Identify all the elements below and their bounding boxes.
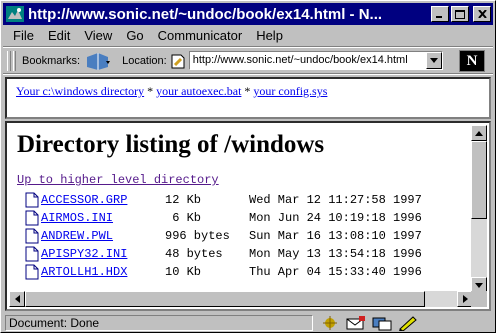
file-link[interactable]: ARTOLLH1.HDX [41, 265, 165, 279]
file-date: Mon Jun 24 10:19:18 1996 [249, 211, 422, 225]
bookmarks-label: Bookmarks: [22, 54, 81, 67]
url-dropdown-button[interactable] [425, 52, 442, 69]
netscape-logo[interactable]: N [459, 50, 485, 72]
toolbar-grip[interactable] [13, 50, 16, 71]
file-icon[interactable] [25, 246, 39, 262]
file-size: 6 Kb [165, 211, 202, 225]
menu-help[interactable]: Help [256, 28, 283, 43]
file-link[interactable]: ACCESSOR.GRP [41, 193, 165, 207]
arrow-left-icon [14, 295, 20, 303]
scroll-left-button[interactable] [9, 291, 25, 307]
status-text: Document: Done [5, 315, 313, 331]
file-date: Wed Mar 12 11:27:58 1997 [249, 193, 422, 207]
location-label: Location: [122, 54, 167, 67]
file-icon[interactable] [25, 228, 39, 244]
url-text: http://www.sonic.net/~undoc/book/ex14.ht… [192, 54, 408, 66]
file-row: ANDREW.PWL 996 bytes Sun Mar 16 13:08:10… [17, 227, 467, 245]
menu-view[interactable]: View [84, 28, 112, 43]
url-input[interactable]: http://www.sonic.net/~undoc/book/ex14.ht… [188, 51, 443, 70]
file-date: Thu Apr 04 15:33:40 1996 [249, 265, 422, 279]
horizontal-scroll-thumb[interactable] [25, 291, 425, 307]
toolbar-divider [3, 73, 493, 75]
file-link[interactable]: ANDREW.PWL [41, 229, 165, 243]
file-date: Mon May 13 13:54:18 1996 [249, 247, 422, 261]
link-separator: * [144, 84, 157, 98]
page-proxy-icon[interactable] [169, 52, 187, 70]
netscape-app-icon [6, 6, 24, 22]
window-title: http://www.sonic.net/~undoc/book/ex14.ht… [28, 5, 383, 23]
page-title: Directory listing of /windows [17, 131, 325, 158]
discussion-icon[interactable] [371, 315, 393, 331]
file-icon[interactable] [25, 210, 39, 226]
menu-file[interactable]: File [13, 28, 34, 43]
menu-bar: File Edit View Go Communicator Help [3, 26, 493, 45]
file-size: 12 Kb [165, 193, 202, 207]
vertical-scrollbar[interactable] [471, 125, 487, 293]
file-icon[interactable] [25, 264, 39, 280]
link-autoexec[interactable]: your autoexec.bat [156, 84, 241, 98]
file-link[interactable]: APISPY32.INI [41, 247, 165, 261]
maximize-icon [455, 9, 465, 19]
arrow-right-icon [462, 295, 468, 303]
file-size: 48 bytes [165, 247, 223, 261]
browser-window: http://www.sonic.net/~undoc/book/ex14.ht… [0, 0, 496, 333]
location-toolbar: Bookmarks: Location: http://www.sonic.ne… [3, 48, 493, 73]
menu-communicator[interactable]: Communicator [158, 28, 243, 43]
content-frame: Directory listing of /windows Up to high… [5, 121, 491, 311]
file-row: AIRMOS.INI 6 Kb Mon Jun 24 10:19:18 1996 [17, 209, 467, 227]
security-icon[interactable] [319, 315, 341, 331]
close-button[interactable] [473, 6, 491, 22]
file-date: Sun Mar 16 13:08:10 1997 [249, 229, 422, 243]
navigation-frame: Your c:\windows directory * your autoexe… [5, 77, 491, 119]
mail-icon[interactable] [345, 315, 367, 331]
minimize-icon [436, 16, 442, 18]
arrow-down-icon [475, 282, 483, 288]
file-link[interactable]: AIRMOS.INI [41, 211, 165, 225]
chevron-down-icon [429, 58, 438, 63]
toolbar-grip[interactable] [7, 50, 11, 71]
scroll-up-button[interactable] [471, 125, 487, 141]
file-size: 996 bytes [165, 229, 230, 243]
file-size: 10 Kb [165, 265, 202, 279]
file-row: ACCESSOR.GRP 12 Kb Wed Mar 12 11:27:58 1… [17, 191, 467, 209]
link-config-sys[interactable]: your config.sys [253, 84, 327, 98]
horizontal-scrollbar[interactable] [9, 291, 473, 307]
status-bar: Document: Done [3, 314, 493, 332]
menu-go[interactable]: Go [126, 28, 143, 43]
file-icon[interactable] [25, 192, 39, 208]
composer-icon[interactable] [397, 315, 419, 331]
arrow-up-icon [475, 130, 483, 136]
close-icon [477, 10, 487, 18]
link-separator: * [241, 84, 254, 98]
minimize-button[interactable] [431, 6, 449, 22]
up-directory-link[interactable]: Up to higher level directory [17, 173, 467, 187]
maximize-button[interactable] [451, 6, 469, 22]
bookmarks-icon[interactable] [84, 51, 112, 71]
link-windows-directory[interactable]: Your c:\windows directory [16, 84, 144, 98]
file-row: ARTOLLH1.HDX 10 Kb Thu Apr 04 15:33:40 1… [17, 263, 467, 281]
menu-edit[interactable]: Edit [48, 28, 70, 43]
file-row: APISPY32.INI 48 bytes Mon May 13 13:54:1… [17, 245, 467, 263]
scrollbar-corner [471, 291, 487, 307]
title-bar[interactable]: http://www.sonic.net/~undoc/book/ex14.ht… [3, 3, 493, 25]
vertical-scroll-thumb[interactable] [471, 141, 487, 219]
